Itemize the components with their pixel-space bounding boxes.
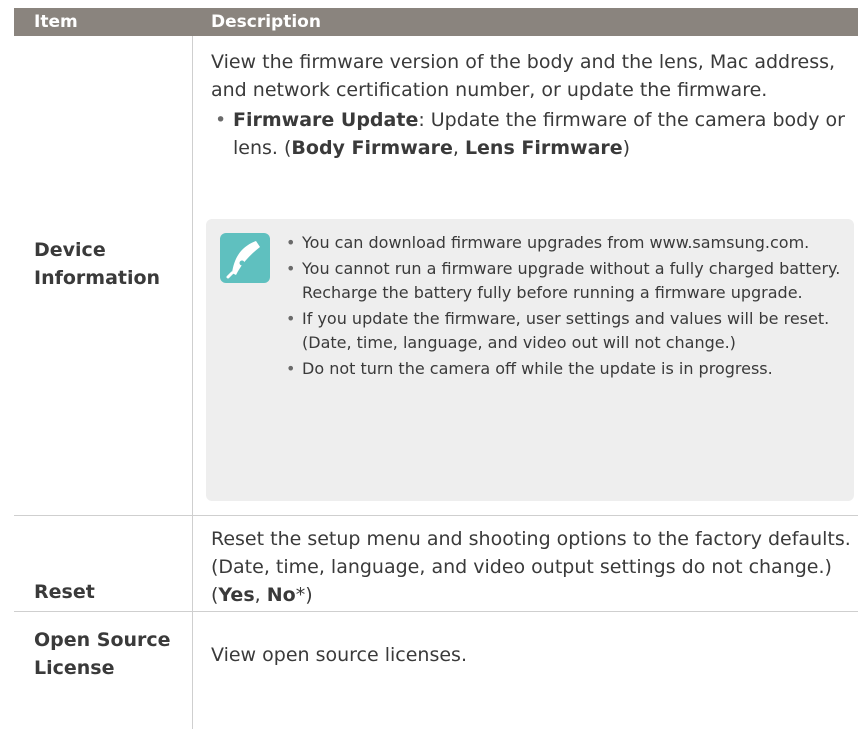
row-separator	[14, 611, 858, 612]
description-text: View the firmware version of the body an…	[211, 51, 836, 101]
item-reset: Reset	[34, 581, 95, 603]
open-source-license-description: View open source licenses.	[211, 644, 467, 666]
reset-description: Reset the setup menu and shooting option…	[211, 528, 851, 606]
table-header: Item Description	[14, 8, 858, 36]
note-item: If you update the firmware, user setting…	[284, 307, 844, 355]
item-open-source-license: Open Source License	[34, 629, 171, 679]
firmware-update-bullet: Firmware Update: Update the firmware of …	[211, 106, 851, 162]
note-item: You can download firmware upgrades from …	[284, 231, 844, 255]
header-item: Item	[34, 12, 78, 32]
column-divider	[192, 36, 193, 729]
note-box: You can download firmware upgrades from …	[206, 219, 854, 501]
note-list: You can download firmware upgrades from …	[284, 231, 844, 383]
device-information-description: View the firmware version of the body an…	[211, 48, 851, 162]
row-separator	[14, 515, 858, 516]
note-item: Do not turn the camera off while the upd…	[284, 357, 844, 381]
note-item: You cannot run a firmware upgrade withou…	[284, 257, 844, 305]
header-description: Description	[211, 12, 321, 32]
pen-nib-icon	[220, 233, 270, 283]
item-device-information: Device Information	[34, 239, 161, 289]
